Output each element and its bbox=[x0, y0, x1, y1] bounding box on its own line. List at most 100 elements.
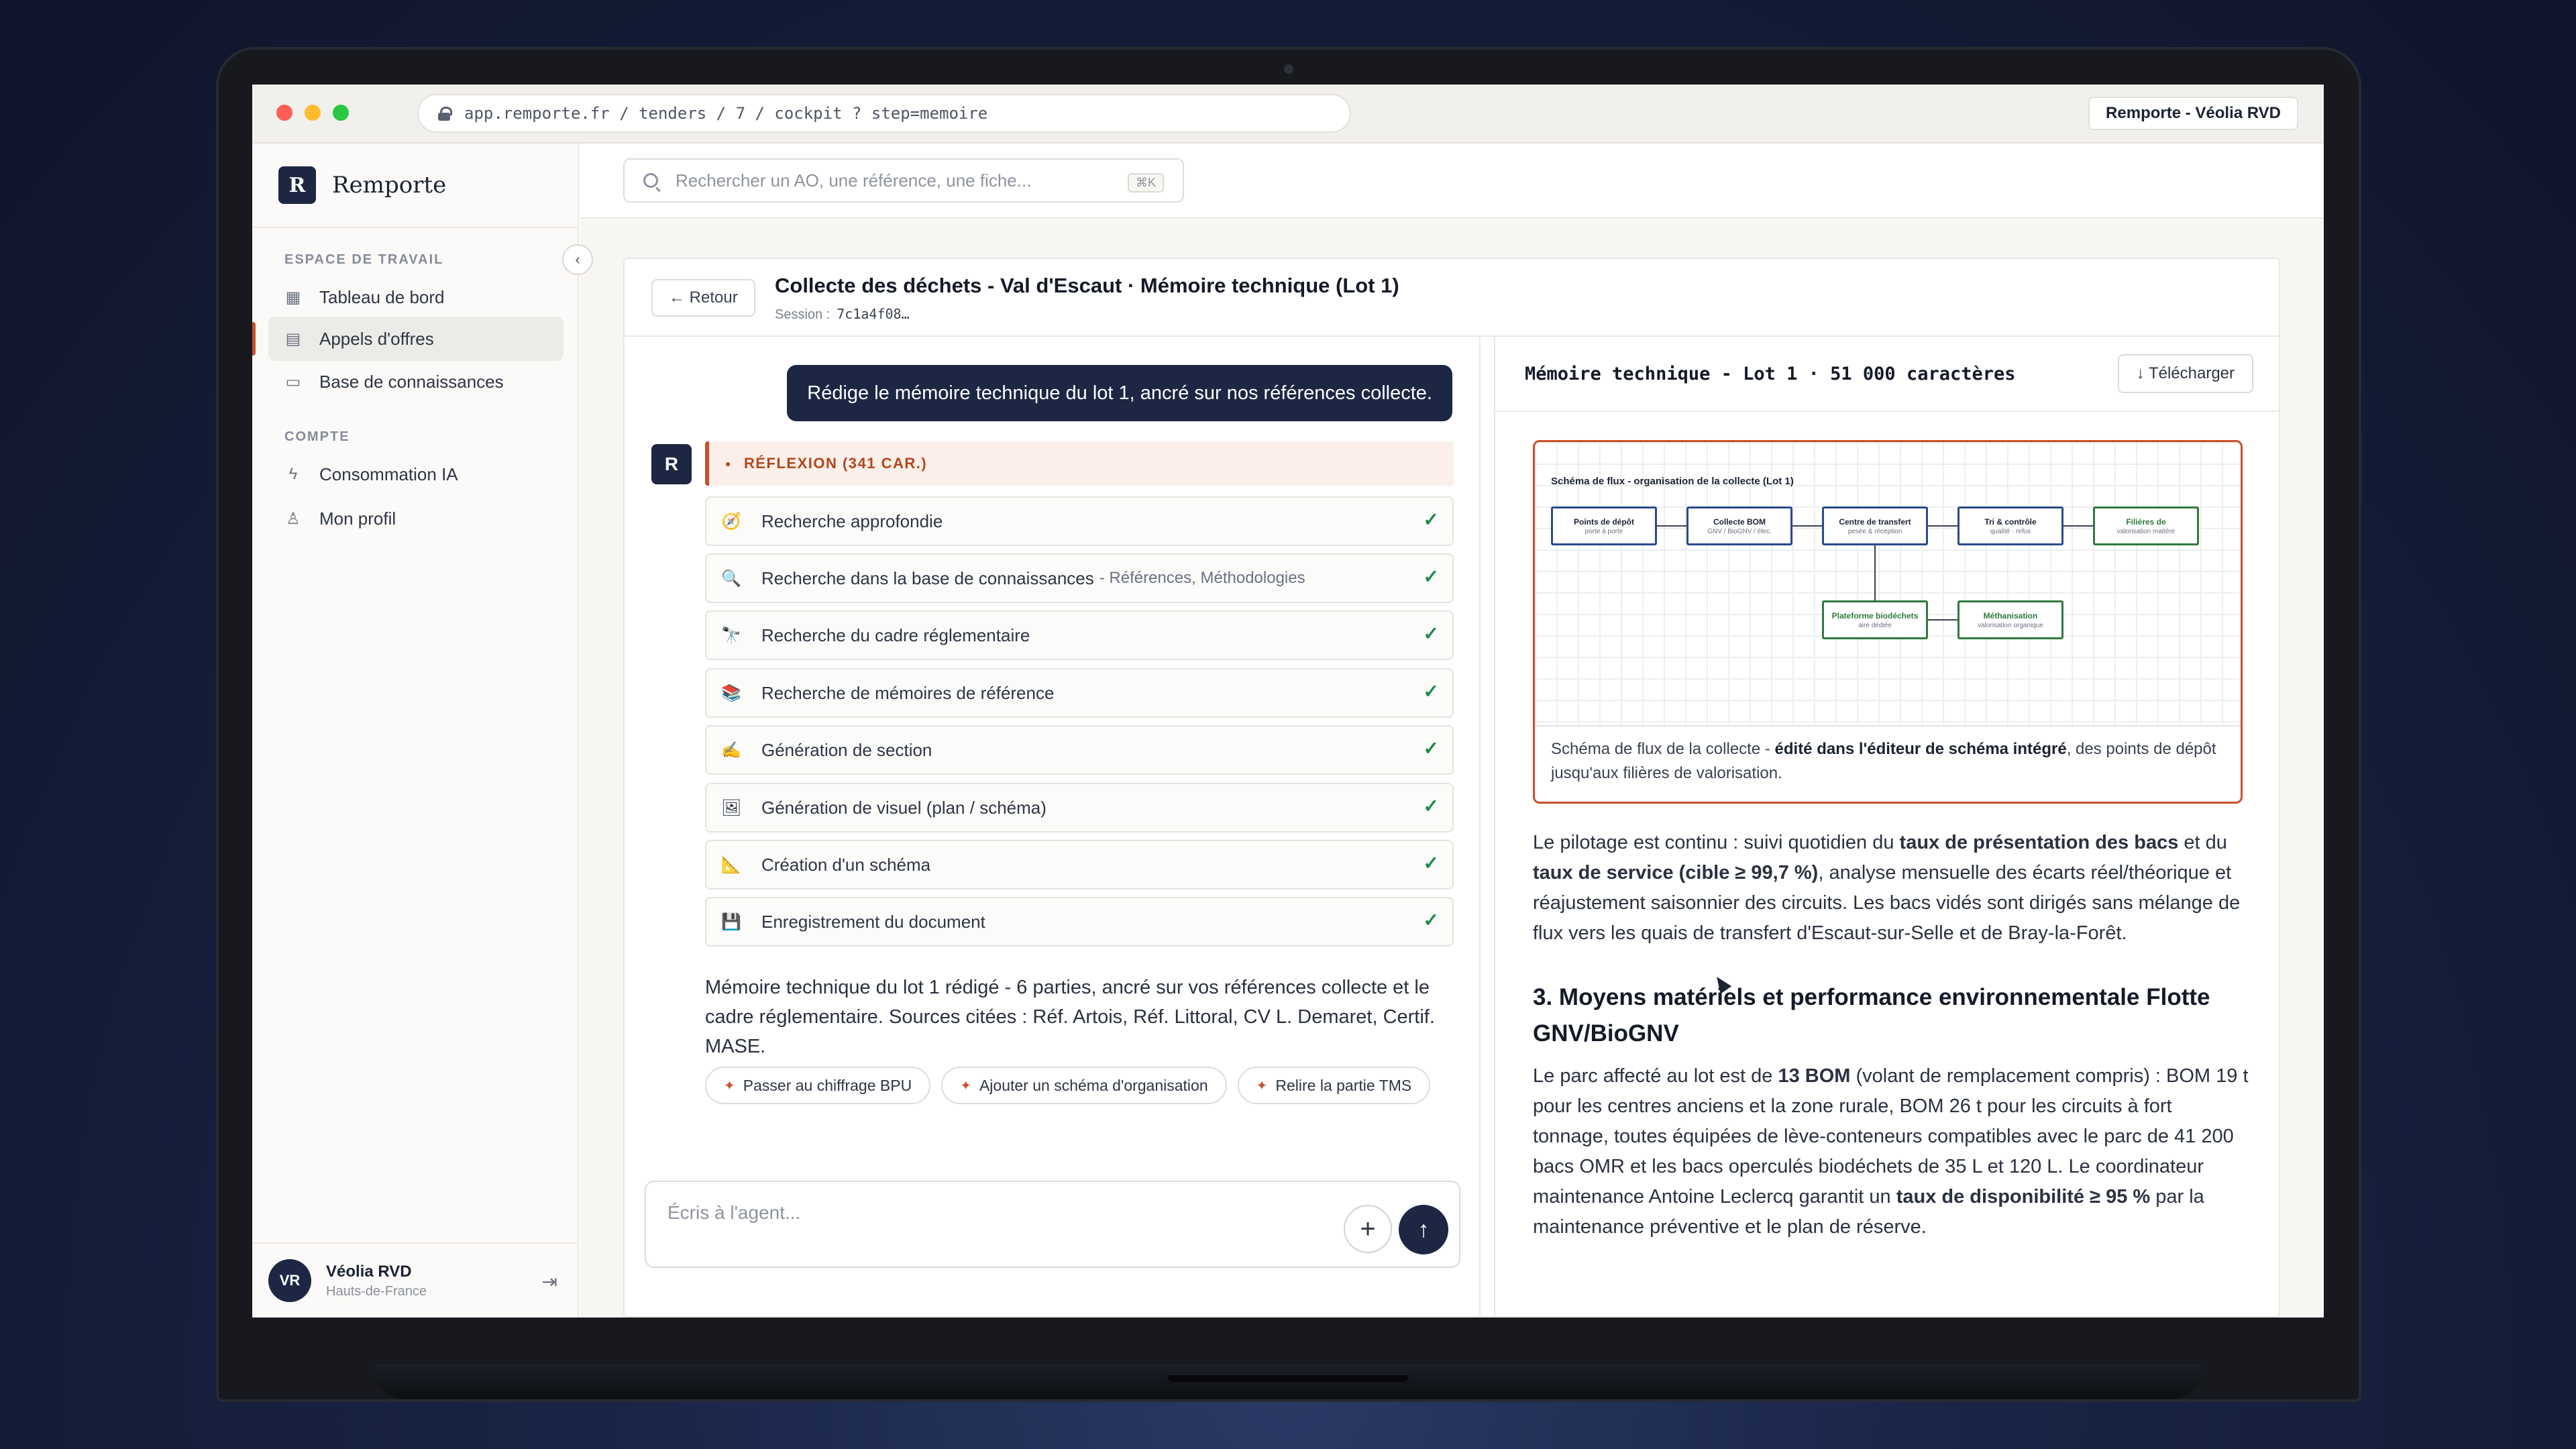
address-bar[interactable]: app.remporte.fr / tenders / 7 / cockpit … bbox=[417, 94, 1351, 133]
chip-label: Relire la partie TMS bbox=[1275, 1076, 1412, 1094]
close-window-dot[interactable] bbox=[276, 105, 292, 121]
sidebar-item-knowledge-base[interactable]: ▭ Base de connaissances bbox=[268, 360, 564, 404]
dashboard-icon: ▦ bbox=[285, 288, 301, 307]
document-title: Mémoire technique - Lot 1 · 51 000 carac… bbox=[1525, 364, 2016, 384]
step-document-save[interactable]: 💾 Enregistrement du document ✓ bbox=[705, 897, 1454, 947]
node-methanisation[interactable]: Méthanisation valorisation organique bbox=[1957, 600, 2063, 639]
diagram-title: Schéma de flux - organisation de la coll… bbox=[1551, 476, 1794, 487]
user-name: Véolia RVD bbox=[326, 1262, 412, 1281]
magnifier-icon: 🔍 bbox=[721, 569, 741, 588]
node-transfer-center[interactable]: Centre de transfert pesée & réception bbox=[1822, 506, 1928, 545]
step-label: Recherche dans la base de connaissances bbox=[761, 568, 1094, 588]
bolt-icon: ϟ bbox=[288, 465, 298, 483]
chip-label: Ajouter un schéma d'organisation bbox=[979, 1076, 1208, 1094]
node-title: Tri & contrôle bbox=[1984, 517, 2037, 527]
url-text: app.remporte.fr / tenders / 7 / cockpit … bbox=[464, 104, 988, 123]
check-icon: ✓ bbox=[1423, 738, 1439, 759]
chip-review-tms[interactable]: ✦ Relire la partie TMS bbox=[1237, 1067, 1431, 1104]
node-sub: pesée & réception bbox=[1847, 527, 1902, 535]
bullet-icon: ● bbox=[725, 458, 732, 469]
reflection-toggle[interactable]: ● RÉFLEXION (341 CAR.) bbox=[705, 441, 1454, 486]
check-icon: ✓ bbox=[1423, 509, 1439, 530]
text-run-bold: taux de présentation des bacs bbox=[1899, 832, 2179, 853]
avatar: VR bbox=[268, 1259, 311, 1302]
webcam bbox=[1284, 64, 1293, 74]
check-icon: ✓ bbox=[1423, 566, 1439, 587]
node-bom-collection[interactable]: Collecte BOM GNV / BioGNV / élec. bbox=[1686, 506, 1792, 545]
sparkle-icon: ✦ bbox=[960, 1078, 971, 1093]
maximize-window-dot[interactable] bbox=[333, 105, 349, 121]
sidebar-divider bbox=[252, 227, 579, 228]
search-input[interactable]: Rechercher un AO, une référence, une fic… bbox=[623, 158, 1184, 203]
edge-arrow bbox=[1792, 525, 1822, 527]
edge-arrow bbox=[1928, 525, 1957, 527]
session-info: Session : 7c1a4f08… bbox=[775, 306, 910, 323]
step-label: Recherche de mémoires de référence bbox=[761, 682, 1055, 703]
figure-caption: Schéma de flux de la collecte - édité da… bbox=[1551, 737, 2229, 786]
step-label: Création d'un schéma bbox=[761, 854, 931, 875]
browser-tab[interactable]: Remporte - Véolia RVD bbox=[2088, 97, 2298, 130]
caption-text: Schéma de flux de la collecte - bbox=[1551, 740, 1775, 758]
step-section-generation[interactable]: ✍ Génération de section ✓ bbox=[705, 725, 1454, 775]
chip-bpu-pricing[interactable]: ✦ Passer au chiffrage BPU bbox=[705, 1067, 931, 1104]
node-title: Centre de transfert bbox=[1839, 517, 1911, 527]
edge-arrow bbox=[1874, 545, 1876, 600]
step-label: Recherche approfondie bbox=[761, 511, 943, 531]
sidebar-item-profile[interactable]: ♙ Mon profil bbox=[268, 496, 564, 541]
text-run: Le parc affecté au lot est de bbox=[1533, 1065, 1778, 1087]
step-deep-search[interactable]: 🧭 Recherche approfondie ✓ bbox=[705, 496, 1454, 546]
sidebar-item-tenders[interactable]: ▤ Appels d'offres bbox=[268, 317, 564, 361]
download-button[interactable]: ↓ Télécharger bbox=[2117, 354, 2253, 393]
agent-avatar: R bbox=[651, 444, 692, 484]
plus-icon: + bbox=[1360, 1214, 1376, 1244]
writing-hand-icon: ✍ bbox=[721, 741, 741, 759]
session-label: Session : bbox=[775, 307, 830, 322]
step-diagram-creation[interactable]: 📐 Création d'un schéma ✓ bbox=[705, 840, 1454, 890]
node-sub: GNV / BioGNV / élec. bbox=[1707, 527, 1772, 535]
text-run-bold: 13 BOM bbox=[1778, 1065, 1851, 1087]
books-icon: 📚 bbox=[721, 684, 741, 702]
node-sub: qualité · refus bbox=[1990, 527, 2031, 535]
workspace-section-label: ESPACE DE TRAVAIL bbox=[284, 252, 444, 267]
attach-button[interactable]: + bbox=[1344, 1205, 1392, 1253]
screen: app.remporte.fr / tenders / 7 / cockpit … bbox=[252, 85, 2324, 1318]
check-icon: ✓ bbox=[1423, 623, 1439, 644]
page-title: Collecte des déchets - Val d'Escaut · Mé… bbox=[775, 274, 1399, 297]
node-drop-points[interactable]: Points de dépôt porte à porte bbox=[1551, 506, 1657, 545]
user-card[interactable]: VR Véolia RVD Hauts-de-France ⇥ bbox=[252, 1242, 579, 1318]
check-icon: ✓ bbox=[1423, 796, 1439, 816]
active-indicator bbox=[252, 322, 256, 356]
message-composer[interactable]: Écris à l'agent... + ↑ bbox=[645, 1181, 1460, 1268]
folder-icon: ▭ bbox=[285, 372, 301, 391]
node-sub: porte à porte bbox=[1585, 527, 1623, 535]
sidebar-item-dashboard[interactable]: ▦ Tableau de bord bbox=[268, 275, 564, 319]
sidebar-item-label: Consommation IA bbox=[319, 464, 458, 484]
arrow-up-icon: ↑ bbox=[1417, 1216, 1430, 1242]
step-label: Recherche du cadre réglementaire bbox=[761, 625, 1030, 645]
session-id: 7c1a4f08… bbox=[837, 306, 910, 322]
collapse-sidebar-button[interactable]: ‹ bbox=[562, 244, 593, 275]
node-biowaste-platform[interactable]: Plateforme biodéchets aire dédiée bbox=[1822, 600, 1928, 639]
node-sorting[interactable]: Tri & contrôle qualité · refus bbox=[1957, 506, 2063, 545]
account-section-label: COMPTE bbox=[284, 429, 350, 444]
step-knowledge-search[interactable]: 🔍 Recherche dans la base de connaissances… bbox=[705, 553, 1454, 603]
node-recovery-channels[interactable]: Filières de valorisation matière bbox=[2093, 506, 2199, 545]
step-reference-search[interactable]: 📚 Recherche de mémoires de référence ✓ bbox=[705, 668, 1454, 718]
user-icon: ♙ bbox=[286, 509, 301, 528]
send-button[interactable]: ↑ bbox=[1399, 1205, 1448, 1254]
user-message: Rédige le mémoire technique du lot 1, an… bbox=[787, 365, 1452, 421]
back-button[interactable]: ← Retour bbox=[651, 279, 755, 317]
sidebar-item-label: Base de connaissances bbox=[319, 371, 504, 392]
search-icon bbox=[643, 173, 658, 188]
flow-diagram-figure[interactable]: Schéma de flux - organisation de la coll… bbox=[1533, 440, 2243, 804]
chip-add-org-diagram[interactable]: ✦ Ajouter un schéma d'organisation bbox=[941, 1067, 1227, 1104]
logout-icon[interactable]: ⇥ bbox=[542, 1271, 557, 1293]
step-visual-generation[interactable]: 🖼 Génération de visuel (plan / schéma) ✓ bbox=[705, 783, 1454, 833]
sidebar-item-ai-usage[interactable]: ϟ Consommation IA bbox=[268, 452, 564, 496]
app-logo[interactable]: R Remporte bbox=[278, 166, 446, 204]
step-regulatory-search[interactable]: 🔭 Recherche du cadre réglementaire ✓ bbox=[705, 610, 1454, 660]
minimize-window-dot[interactable] bbox=[305, 105, 321, 121]
node-sub: valorisation organique bbox=[1978, 621, 2043, 629]
text-run-bold: taux de service (cible ≥ 99,7 %) bbox=[1533, 862, 1819, 883]
text-run: et du bbox=[2178, 832, 2227, 853]
